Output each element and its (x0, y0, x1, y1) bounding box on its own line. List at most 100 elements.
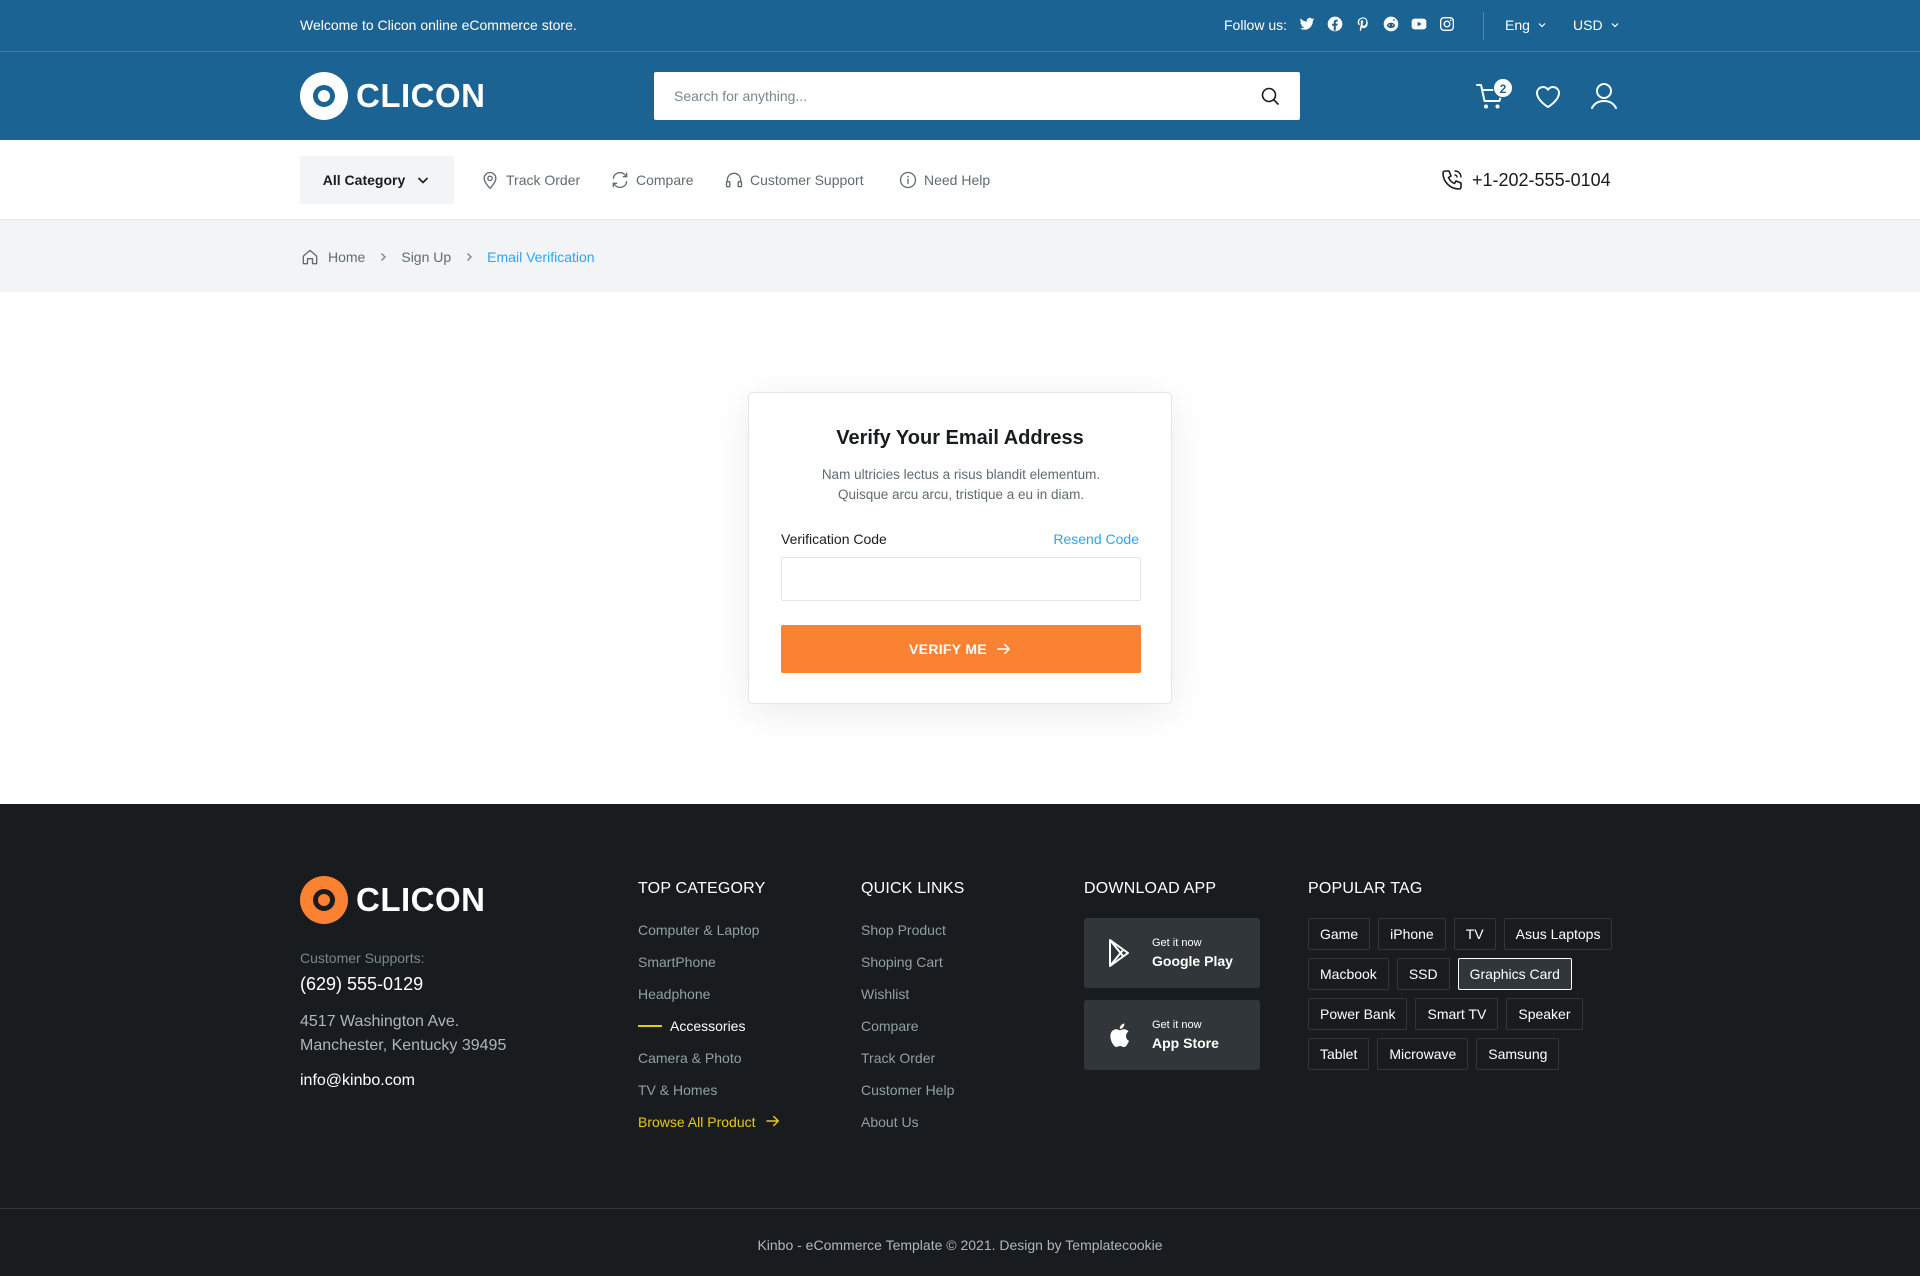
google-play-small-label: Get it now (1152, 937, 1202, 949)
language-select[interactable]: Eng (1505, 17, 1548, 33)
footer-link[interactable]: Customer Help (861, 1080, 954, 1112)
verification-description: Nam ultricies lectus a risus blandit ele… (789, 465, 1133, 505)
tag-speaker[interactable]: Speaker (1506, 998, 1583, 1030)
breadcrumb: Home Sign Up Email Verification (0, 220, 1920, 292)
tag-samsung[interactable]: Samsung (1476, 1038, 1560, 1070)
top-category-list: Computer & Laptop SmartPhone Headphone A… (638, 920, 782, 1144)
search-icon[interactable] (1260, 86, 1280, 106)
breadcrumb-sign-up[interactable]: Sign Up (401, 249, 451, 265)
footer-link-label: Headphone (638, 986, 711, 1002)
reddit-icon[interactable] (1383, 16, 1399, 32)
app-store-button[interactable]: Get it now App Store (1084, 1000, 1260, 1070)
app-store-small-label: Get it now (1152, 1019, 1202, 1031)
footer-logo[interactable]: CLICON (300, 876, 486, 924)
footer-link[interactable]: Wishlist (861, 984, 954, 1016)
resend-code-link[interactable]: Resend Code (1053, 531, 1139, 547)
all-category-label: All Category (322, 172, 406, 188)
google-play-icon (1104, 937, 1136, 969)
footer-link[interactable]: SmartPhone (638, 952, 782, 984)
footer-logo-text: CLICON (356, 881, 486, 918)
page-title: Verify Your Email Address (836, 427, 1084, 449)
youtube-icon[interactable] (1411, 16, 1427, 32)
instagram-icon[interactable] (1439, 16, 1455, 32)
popular-tag-title: POPULAR TAG (1308, 880, 1423, 897)
logo-text: CLICON (356, 77, 486, 114)
footer-link[interactable]: Compare (861, 1016, 954, 1048)
tag-graphics-card-selected[interactable]: Graphics Card (1457, 958, 1572, 990)
footer-link[interactable]: Headphone (638, 984, 782, 1016)
popular-tags: Game iPhone TV Asus Laptops Macbook SSD … (1308, 918, 1628, 1070)
phone-call-icon (1440, 168, 1464, 192)
compare-arrows-icon (610, 170, 630, 190)
nav-customer-support-label: Customer Support (750, 172, 864, 188)
tag-iphone[interactable]: iPhone (1378, 918, 1446, 950)
verification-code-input[interactable] (781, 557, 1141, 601)
top-bar: Welcome to Clicon online eCommerce store… (0, 0, 1920, 52)
chevron-down-icon (415, 172, 431, 188)
nav-track-order[interactable]: Track Order (480, 170, 580, 190)
verify-me-button[interactable]: VERIFY ME (781, 625, 1141, 673)
support-phone[interactable]: (629) 555-0129 (300, 974, 423, 995)
footer-link-label: TV & Homes (638, 1082, 718, 1098)
user-account-icon[interactable] (1588, 80, 1620, 112)
headphones-icon (724, 170, 744, 190)
tag-asus-laptops[interactable]: Asus Laptops (1503, 918, 1613, 950)
google-play-text: Get it now Google Play (1152, 937, 1233, 969)
google-play-button[interactable]: Get it now Google Play (1084, 918, 1260, 988)
arrow-right-icon (995, 640, 1013, 658)
tag-tv[interactable]: TV (1453, 918, 1496, 950)
footer-link-label: Shop Product (861, 922, 946, 938)
chevron-down-icon (1536, 19, 1548, 31)
verify-me-label: VERIFY ME (909, 641, 987, 657)
footer-link[interactable]: About Us (861, 1112, 954, 1144)
footer-link[interactable]: TV & Homes (638, 1080, 782, 1112)
nav-need-help[interactable]: Need Help (898, 170, 990, 190)
search-input[interactable] (654, 72, 1300, 120)
footer-link-label: Computer & Laptop (638, 922, 760, 938)
nav-compare[interactable]: Compare (610, 170, 694, 190)
footer-address: 4517 Washington Ave. Manchester, Kentuck… (300, 1010, 560, 1058)
top-category-title: TOP CATEGORY (638, 880, 766, 897)
tag-power-bank[interactable]: Power Bank (1308, 998, 1408, 1030)
footer-link[interactable]: Track Order (861, 1048, 954, 1080)
breadcrumb-home[interactable]: Home (328, 249, 365, 265)
tag-microwave[interactable]: Microwave (1377, 1038, 1469, 1070)
footer-link[interactable]: Shoping Cart (861, 952, 954, 984)
footer-link[interactable]: Computer & Laptop (638, 920, 782, 952)
download-app-title: DOWNLOAD APP (1084, 880, 1217, 897)
tag-macbook[interactable]: Macbook (1308, 958, 1389, 990)
footer-link[interactable]: Camera & Photo (638, 1048, 782, 1080)
footer-link[interactable]: Shop Product (861, 920, 954, 952)
tag-tablet[interactable]: Tablet (1308, 1038, 1370, 1070)
browse-all-product-link[interactable]: Browse All Product (638, 1112, 782, 1144)
site-logo[interactable]: CLICON (300, 72, 486, 120)
logo-icon (300, 72, 348, 120)
main-header: CLICON 2 (0, 52, 1920, 140)
twitter-icon[interactable] (1299, 16, 1315, 32)
phone-number: +1-202-555-0104 (1472, 169, 1611, 190)
contact-phone[interactable]: +1-202-555-0104 (1440, 168, 1611, 192)
tag-ssd[interactable]: SSD (1396, 958, 1450, 990)
chevron-right-icon (463, 251, 475, 263)
verification-code-label: Verification Code (781, 531, 887, 547)
nav-customer-support[interactable]: Customer Support (724, 170, 864, 190)
map-pin-icon (480, 170, 500, 190)
all-category-dropdown[interactable]: All Category (300, 156, 454, 204)
app-store-label: App Store (1152, 1035, 1219, 1051)
footer-bottom-bar: Kinbo - eCommerce Template © 2021. Desig… (0, 1208, 1920, 1276)
chevron-right-icon (377, 251, 389, 263)
nav-track-order-label: Track Order (506, 172, 581, 188)
tag-game[interactable]: Game (1308, 918, 1371, 950)
footer-email[interactable]: info@kinbo.com (300, 1072, 415, 1090)
address-line-2: Manchester, Kentucky 39495 (300, 1037, 507, 1054)
footer-link-label: Accessories (670, 1018, 746, 1034)
pinterest-icon[interactable] (1355, 16, 1371, 32)
currency-select[interactable]: USD (1573, 17, 1621, 33)
cart-count-badge: 2 (1493, 78, 1513, 98)
wishlist-heart-icon[interactable] (1532, 80, 1564, 112)
google-play-label: Google Play (1152, 953, 1233, 969)
tag-smart-tv[interactable]: Smart TV (1415, 998, 1499, 1030)
browse-all-label: Browse All Product (638, 1114, 756, 1130)
footer-link-active[interactable]: Accessories (638, 1016, 782, 1048)
facebook-icon[interactable] (1327, 16, 1343, 32)
